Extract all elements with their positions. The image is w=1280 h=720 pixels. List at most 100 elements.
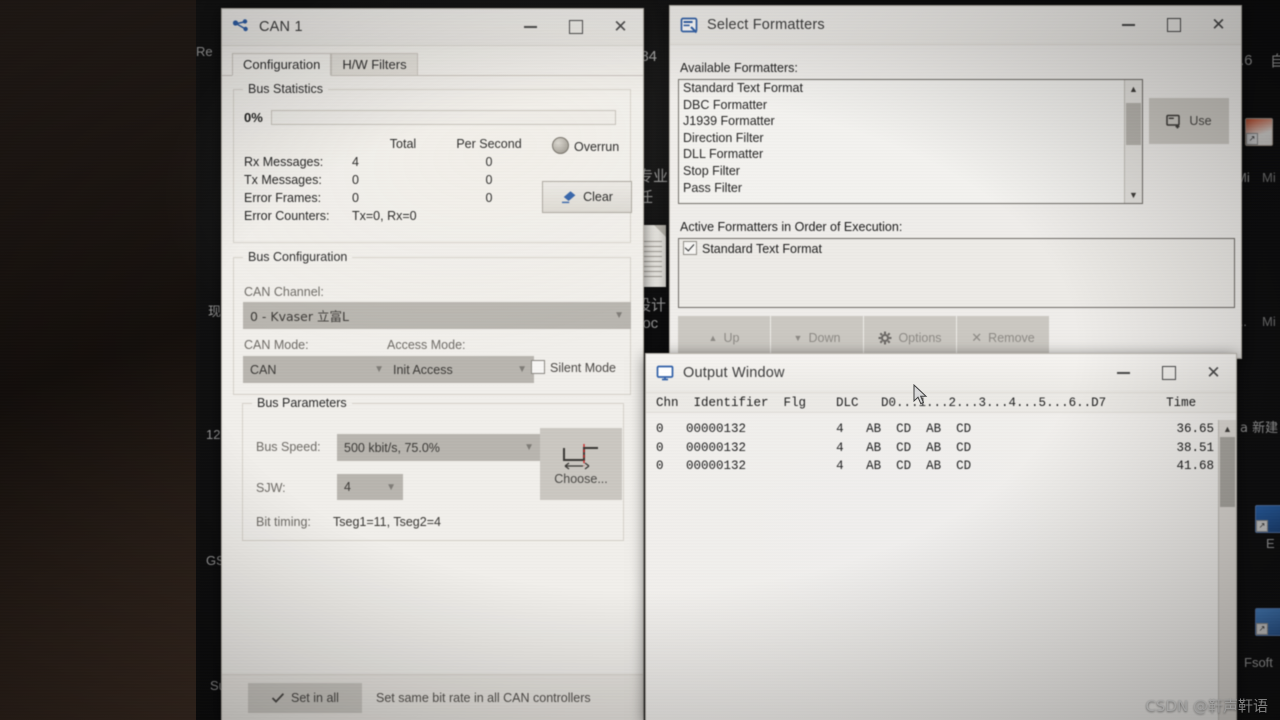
minimize-icon[interactable] [1106, 6, 1151, 44]
bg-fragment: 12 [206, 427, 221, 442]
maximize-icon[interactable] [1146, 354, 1191, 392]
bus-load-progressbar [270, 110, 616, 125]
active-formatters-list[interactable]: Standard Text Format [678, 238, 1235, 308]
tab-hw-filters[interactable]: H/W Filters [331, 53, 418, 76]
bus-statistics-label: Bus Statistics [243, 82, 329, 96]
bus-speed-label: Bus Speed: [256, 440, 321, 454]
clear-button-label: Clear [583, 190, 613, 204]
bus-speed-value: 500 kbit/s, 75.0% [344, 440, 440, 455]
list-item[interactable]: DBC Formatter [679, 97, 1142, 114]
bus-speed-select[interactable]: 500 kbit/s, 75.0% ▼ [337, 434, 541, 461]
can-configuration-window[interactable]: CAN 1 ✕ Configuration H/W Filters Bus St… [221, 8, 644, 720]
list-item[interactable]: Stop Filter [679, 163, 1142, 180]
cell-time: 38.51 [1176, 440, 1214, 455]
list-item[interactable]: DLL Formatter [679, 146, 1142, 163]
scrollbar-thumb[interactable] [1126, 103, 1141, 145]
select-formatters-window[interactable]: Select Formatters ✕ Available Formatters… [669, 5, 1242, 360]
available-list-scrollbar[interactable]: ▲ ▼ [1124, 80, 1142, 203]
set-in-all-button[interactable]: Set in all [248, 683, 362, 713]
gear-icon [878, 331, 892, 345]
active-formatters-label: Active Formatters in Order of Execution: [680, 220, 903, 234]
add-formatter-icon [1166, 114, 1181, 128]
clear-button[interactable]: Clear [542, 181, 632, 213]
output-window-controls[interactable]: ✕ [1101, 354, 1236, 392]
bus-statistics-table: Total Per Second Rx Messages: 4 0 Tx Mes… [244, 135, 524, 225]
close-icon[interactable]: ✕ [1191, 354, 1236, 392]
sjw-label: SJW: [256, 481, 286, 495]
table-row[interactable]: 0 00000132 4 AB CD AB CD [646, 439, 1236, 458]
chevron-down-icon: ▼ [524, 442, 534, 453]
available-formatters-list[interactable]: Standard Text Format DBC Formatter J1939… [678, 79, 1143, 204]
can-window-titlebar[interactable]: CAN 1 ✕ [222, 9, 643, 46]
tab-configuration[interactable]: Configuration [232, 53, 332, 76]
list-item[interactable]: Pass Filter [679, 180, 1142, 197]
use-button[interactable]: Use [1149, 98, 1229, 144]
sjw-select[interactable]: 4 ▼ [337, 474, 403, 500]
list-item[interactable]: Standard Text Format [679, 239, 1234, 258]
minimize-icon[interactable] [1101, 354, 1146, 392]
overrun-led-icon [552, 137, 569, 154]
output-table-body[interactable]: 0 00000132 4 AB CD AB CD 0 00000132 4 AB… [646, 420, 1236, 720]
check-icon [271, 693, 285, 703]
list-item[interactable]: J1939 Formatter [679, 113, 1142, 130]
access-mode-label: Access Mode: [387, 338, 466, 352]
cell-dlc: 4 [836, 459, 844, 474]
desktop-icon[interactable]: ↗ [1255, 608, 1280, 636]
list-item[interactable]: Standard Text Format [679, 80, 1142, 97]
access-mode-select[interactable]: Init Access ▼ [386, 356, 534, 383]
bus-configuration-label: Bus Configuration [243, 250, 353, 264]
table-row: Tx Messages: 0 0 [244, 171, 524, 189]
close-icon[interactable]: ✕ [598, 9, 643, 45]
can-window-title: CAN 1 [259, 19, 303, 35]
shortcut-arrow-icon: ↗ [1246, 133, 1258, 145]
scroll-down-icon[interactable]: ▼ [1125, 186, 1142, 203]
bus-statistics-group: Bus Statistics 0% Total Per Second Rx Me… [233, 82, 632, 243]
bus-load-row: 0% [244, 110, 616, 125]
bg-fragment: E [1266, 536, 1275, 551]
output-scrollbar[interactable]: ▲ [1218, 420, 1236, 720]
formatter-icon [680, 16, 698, 34]
bus-parameters-group: Bus Parameters Bus Speed: 500 kbit/s, 75… [242, 396, 624, 541]
desktop-icon[interactable]: ↗ [1245, 118, 1273, 146]
desktop-icon[interactable]: ↗ [1255, 505, 1280, 533]
col-per-second: Per Second [456, 137, 522, 151]
bg-fragment: Mi [1262, 170, 1276, 185]
bus-parameters-label: Bus Parameters [252, 396, 352, 410]
rx-messages-per-second: 0 [485, 155, 493, 169]
rx-messages-label: Rx Messages: [244, 155, 324, 169]
bg-fragment: Mi [1262, 314, 1276, 329]
close-x-icon: ✕ [971, 330, 983, 345]
scrollbar-thumb[interactable] [1220, 437, 1235, 507]
choose-bitrate-button[interactable]: Choose... [540, 428, 622, 500]
table-row[interactable]: 0 00000132 4 AB CD AB CD [646, 420, 1236, 439]
eraser-icon [562, 191, 576, 204]
formatters-titlebar[interactable]: Select Formatters ✕ [670, 6, 1241, 45]
output-titlebar[interactable]: Output Window ✕ [646, 354, 1236, 393]
cell-identifier: 00000132 [686, 459, 747, 474]
scroll-up-icon[interactable]: ▲ [1219, 420, 1236, 437]
can-channel-select[interactable]: 0 - Kvaser 立富L ▼ [243, 302, 631, 329]
table-row: Error Counters: Tx=0, Rx=0 [244, 207, 524, 225]
error-counters-value: Tx=0, Rx=0 [352, 209, 417, 223]
maximize-icon[interactable] [1151, 6, 1196, 44]
list-item[interactable]: Direction Filter [679, 130, 1142, 147]
silent-mode-checkbox[interactable]: Silent Mode [531, 360, 616, 375]
tx-messages-per-second: 0 [485, 173, 493, 187]
output-window[interactable]: Output Window ✕ Chn Identifier Flg DLC D… [645, 353, 1237, 720]
overrun-indicator: Overrun [552, 137, 619, 154]
minimize-icon[interactable] [508, 9, 553, 45]
checkbox-icon[interactable] [683, 241, 697, 255]
can-window-tabs[interactable]: Configuration H/W Filters [222, 52, 643, 76]
close-icon[interactable]: ✕ [1196, 6, 1241, 44]
cell-data: AB CD AB CD [866, 459, 972, 474]
active-formatter-label: Standard Text Format [702, 242, 822, 256]
maximize-icon[interactable] [553, 9, 598, 45]
formatters-window-controls[interactable]: ✕ [1106, 6, 1241, 44]
can-mode-select[interactable]: CAN ▼ [243, 356, 391, 383]
scroll-up-icon[interactable]: ▲ [1125, 80, 1142, 97]
can-mode-value: CAN [250, 362, 277, 377]
can-window-controls[interactable]: ✕ [508, 9, 643, 45]
overrun-label: Overrun [574, 140, 620, 154]
error-counters-label: Error Counters: [244, 209, 330, 223]
table-row[interactable]: 0 00000132 4 AB CD AB CD [646, 457, 1236, 476]
